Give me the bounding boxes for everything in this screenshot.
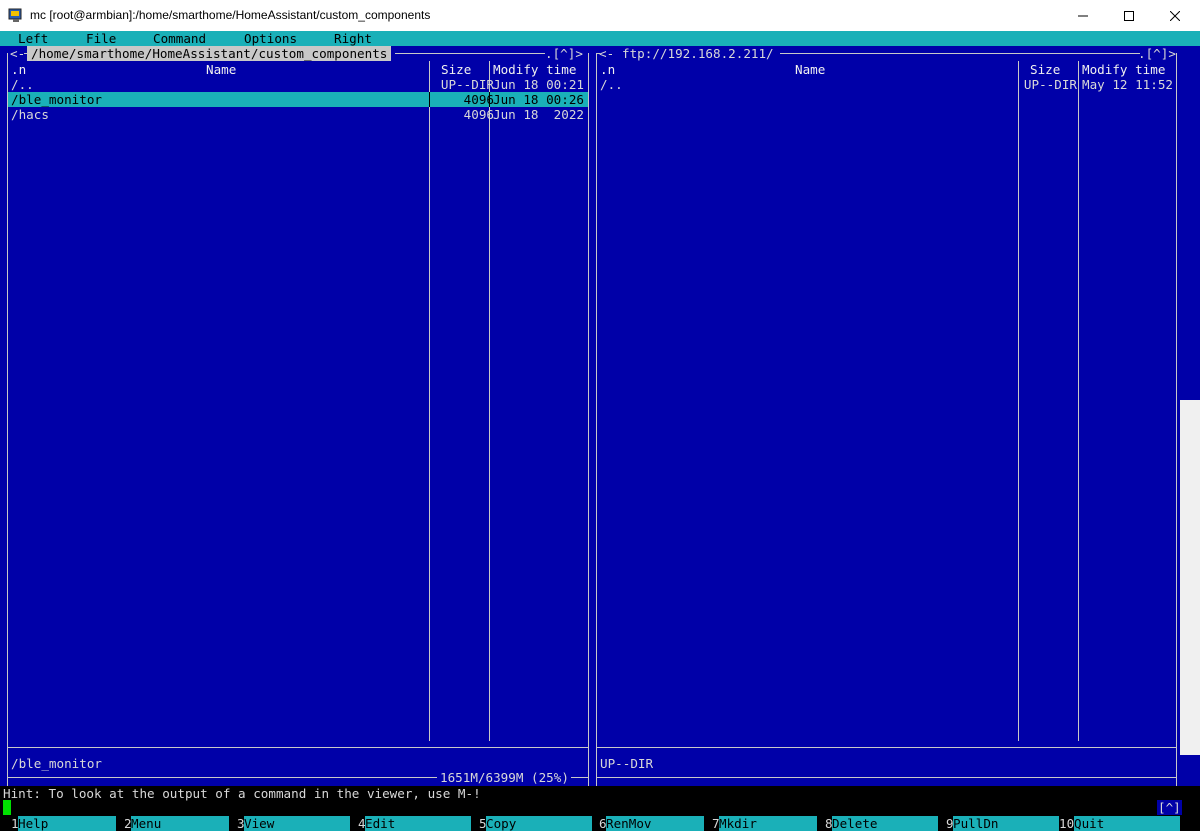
fkey-label: Edit xyxy=(365,816,471,831)
fkey-label: Quit xyxy=(1074,816,1180,831)
minimize-button[interactable] xyxy=(1060,0,1106,31)
file-size: 4096 xyxy=(463,107,494,122)
fkey-label: Delete xyxy=(832,816,938,831)
history-caret[interactable]: [^] xyxy=(1157,800,1182,815)
right-panel-corner-right[interactable]: .[^]> xyxy=(1138,46,1176,61)
file-mtime: Jun 18 2022 xyxy=(493,107,584,122)
right-col-size[interactable]: Size xyxy=(1030,62,1060,77)
left-panel-path: /home/smarthome/HomeAssistant/custom_com… xyxy=(27,46,392,61)
table-row[interactable]: /.. UP--DIR Jun 18 00:21 xyxy=(8,77,588,92)
right-mini-status: UP--DIR xyxy=(600,756,654,771)
function-key-bar: 1 Help 2 Menu 3 View 4 Edit 5 Copy 6 Ren… xyxy=(0,816,1200,831)
maximize-button[interactable] xyxy=(1106,0,1152,31)
file-mtime: Jun 18 00:26 xyxy=(493,92,584,107)
right-sort-indicator[interactable]: .n xyxy=(600,62,615,77)
left-panel-corner-left[interactable]: <- xyxy=(10,46,25,61)
file-name: /ble_monitor xyxy=(11,92,102,107)
fkey-label: Menu xyxy=(131,816,229,831)
left-col-mtime[interactable]: Modify time xyxy=(493,62,576,77)
window-title: mc [root@armbian]:/home/smarthome/HomeAs… xyxy=(30,8,431,22)
menu-right[interactable]: Right xyxy=(334,31,372,46)
right-col-mtime[interactable]: Modify time xyxy=(1082,62,1165,77)
terminal-area: Left File Command Options Right <- /home… xyxy=(0,31,1200,835)
left-sort-indicator[interactable]: .n xyxy=(11,62,26,77)
window-titlebar: mc [root@armbian]:/home/smarthome/HomeAs… xyxy=(0,0,1200,32)
left-col-size[interactable]: Size xyxy=(441,62,471,77)
command-cursor[interactable] xyxy=(3,800,11,815)
right-panel-corner-left[interactable]: <- xyxy=(599,46,614,61)
close-button[interactable] xyxy=(1152,0,1198,31)
fkey-label: PullDn xyxy=(953,816,1059,831)
right-col-name[interactable]: Name xyxy=(795,62,825,77)
table-row[interactable]: /hacs 4096 Jun 18 2022 xyxy=(8,107,588,122)
fkey-label: RenMov xyxy=(606,816,704,831)
terminal-app-icon xyxy=(8,8,22,22)
file-name: /hacs xyxy=(11,107,49,122)
left-mini-status: /ble_monitor xyxy=(11,756,102,771)
fkey-number: 10 xyxy=(1059,816,1075,831)
table-row[interactable]: /.. UP--DIR May 12 11:52 xyxy=(597,77,1176,92)
menu-command[interactable]: Command xyxy=(153,31,206,46)
minimize-icon xyxy=(1078,15,1088,16)
file-name: /.. xyxy=(11,77,34,92)
fkey-label: Mkdir xyxy=(719,816,817,831)
fkey-label: View xyxy=(244,816,350,831)
file-size: 4096 xyxy=(463,92,494,107)
window-bottom-edge xyxy=(0,831,1200,835)
left-panel-corner-right[interactable]: .[^]> xyxy=(545,46,583,61)
close-icon xyxy=(1170,10,1180,21)
left-disk-info: 1651M/6399M (25%) xyxy=(440,770,569,785)
file-size: UP--DIR xyxy=(1023,77,1077,92)
maximize-icon xyxy=(1124,10,1134,21)
menu-bar: Left File Command Options Right xyxy=(0,31,1200,46)
menu-file[interactable]: File xyxy=(86,31,116,46)
window-scrollbar[interactable] xyxy=(1180,400,1200,755)
fkey-label: Copy xyxy=(486,816,592,831)
menu-options[interactable]: Options xyxy=(244,31,297,46)
hint-text: Hint: To look at the output of a command… xyxy=(3,786,481,801)
file-name: /.. xyxy=(600,77,623,92)
menu-left[interactable]: Left xyxy=(18,31,48,46)
file-size: UP--DIR xyxy=(440,77,494,92)
table-row-selected[interactable]: /ble_monitor 4096 Jun 18 00:26 xyxy=(8,92,588,107)
left-col-name[interactable]: Name xyxy=(206,62,236,77)
file-mtime: May 12 11:52 xyxy=(1082,77,1173,92)
right-panel-path: ftp://192.168.2.211/ xyxy=(622,46,774,61)
fkey-label: Help xyxy=(18,816,116,831)
file-mtime: Jun 18 00:21 xyxy=(493,77,584,92)
